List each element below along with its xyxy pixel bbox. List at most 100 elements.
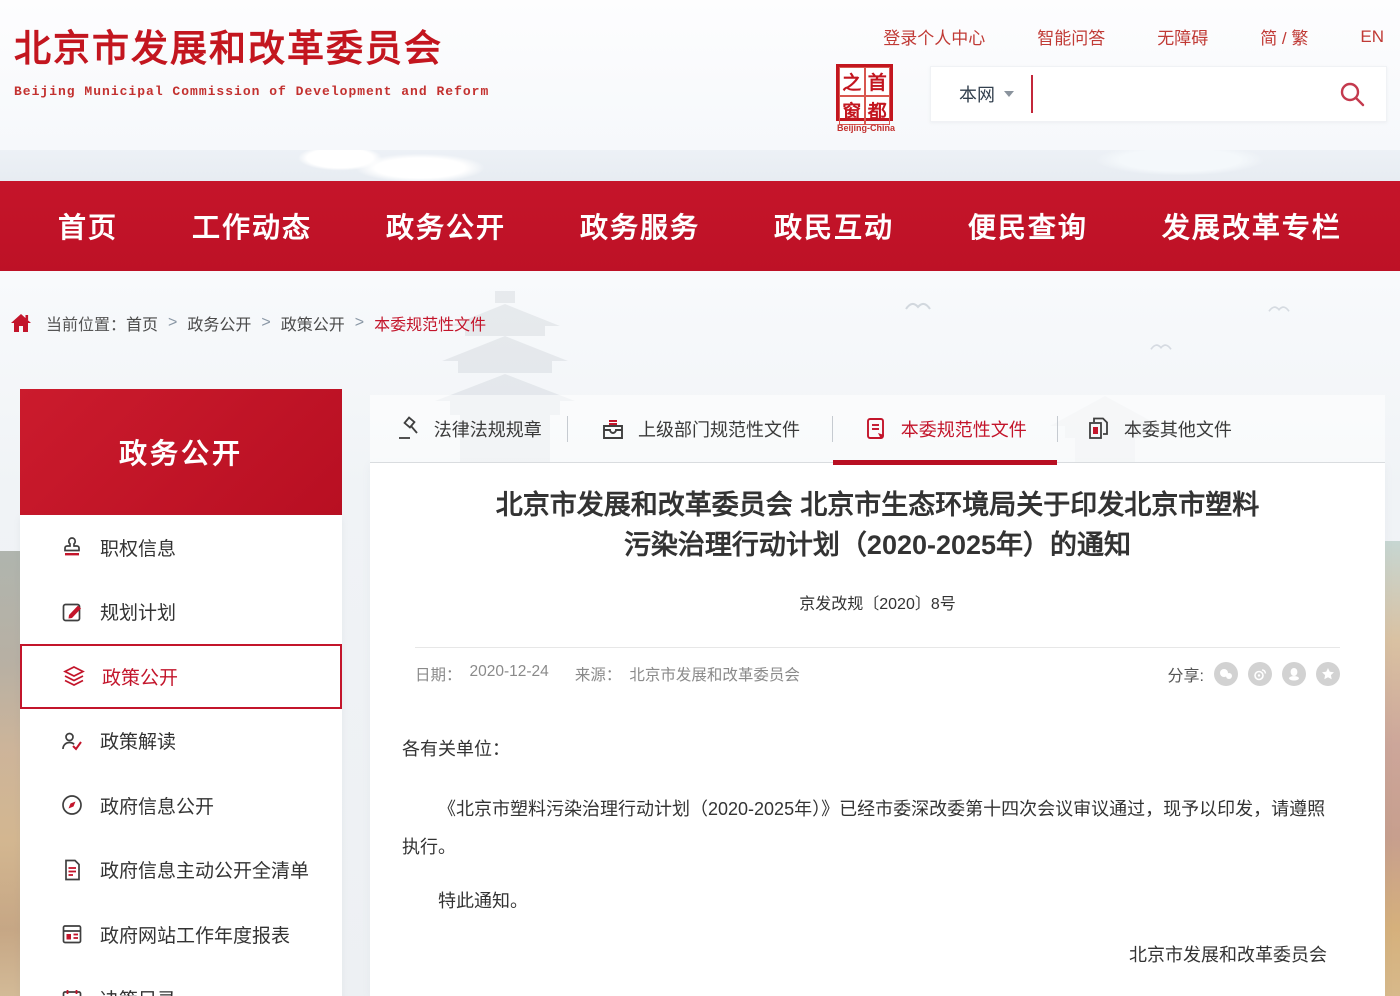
stamp-icon	[60, 535, 84, 559]
sidebar-item-gov-info-open[interactable]: 政府信息公开	[20, 773, 342, 838]
simplified-traditional-link[interactable]: 简 / 繁	[1260, 24, 1308, 49]
sidebar-item-label: 政策解读	[100, 727, 176, 754]
accessibility-link[interactable]: 无障碍	[1157, 24, 1208, 49]
breadcrumb: 当前位置： 首页 > 政务公开 > 政策公开 > 本委规范性文件	[10, 311, 486, 335]
nav-item-gov-open[interactable]: 政务公开	[386, 206, 506, 246]
smart-qa-link[interactable]: 智能问答	[1037, 24, 1105, 49]
article-title-line2: 污染治理行动计划（2020-2025年）的通知	[370, 525, 1385, 565]
nav-item-convenient-query[interactable]: 便民查询	[968, 206, 1088, 246]
tab-upper-dept-documents[interactable]: 上级部门规范性文件	[568, 395, 831, 462]
weibo-share-icon[interactable]	[1248, 662, 1272, 686]
article-meta-row: 日期：2020-12-24 来源：北京市发展和改革委员会 分享:	[415, 662, 1340, 686]
seal-icon: 之 首 窗 都	[836, 64, 893, 121]
body-paragraph: 《北京市塑料污染治理行动计划（2020-2025年）》已经市委深改委第十四次会议…	[402, 790, 1335, 866]
tab-committee-normative-documents[interactable]: 本委规范性文件	[833, 395, 1057, 462]
tab-label: 本委规范性文件	[901, 416, 1027, 442]
interpret-icon	[60, 729, 84, 753]
tab-laws-regulations[interactable]: 法律法规规章	[370, 395, 567, 462]
search-bar: 本网	[930, 66, 1387, 122]
article-body: 各有关单位： 《北京市塑料污染治理行动计划（2020-2025年）》已经市委深改…	[370, 730, 1385, 974]
sidebar-item-authority-info[interactable]: 职权信息	[20, 515, 342, 580]
search-icon[interactable]	[1338, 80, 1366, 108]
seal-caption: Beijing-China	[836, 123, 896, 133]
gavel-icon	[396, 416, 422, 442]
chevron-down-icon	[1004, 91, 1014, 97]
sidebar-title-block: 政务公开	[20, 389, 342, 515]
salutation: 各有关单位：	[402, 730, 1335, 768]
english-link[interactable]: EN	[1360, 27, 1384, 47]
tab-committee-other-documents[interactable]: 本委其他文件	[1058, 395, 1385, 462]
main-navigation: 首页 工作动态 政务公开 政务服务 政民互动 便民查询 发展改革专栏	[0, 181, 1400, 271]
source-value: 北京市发展和改革委员会	[629, 663, 800, 685]
seal-char: 都	[865, 96, 891, 125]
sidebar: 政务公开 职权信息 规划计划 政策公开 政策解读 政府信息公开	[20, 389, 342, 996]
sidebar-item-policy-interpretation[interactable]: 政策解读	[20, 709, 342, 774]
document-list-icon	[60, 858, 84, 882]
sidebar-item-annual-report[interactable]: 政府网站工作年度报表	[20, 902, 342, 967]
article-title: 北京市发展和改革委员会 北京市生态环境局关于印发北京市塑料污染治理行动计划（20…	[370, 463, 1385, 565]
breadcrumb-separator: >	[168, 314, 177, 332]
tab-label: 上级部门规范性文件	[638, 416, 800, 442]
other-doc-icon	[1086, 416, 1112, 442]
sidebar-item-proactive-disclosure-list[interactable]: 政府信息主动公开全清单	[20, 838, 342, 903]
closing-paragraph: 特此通知。	[402, 882, 1335, 920]
bird-icon	[905, 299, 931, 311]
cloud-banner	[0, 150, 1400, 181]
background-photo-left	[0, 551, 20, 996]
compass-icon	[60, 793, 84, 817]
bird-icon	[1268, 303, 1290, 313]
article-meta: 日期：2020-12-24 来源：北京市发展和改革委员会	[415, 663, 800, 685]
edit-plan-icon	[60, 600, 84, 624]
breadcrumb-item-gov-open[interactable]: 政务公开	[187, 311, 251, 335]
site-header: 北京市发展和改革委员会 Beijing Municipal Commission…	[0, 0, 1400, 150]
report-table-icon	[60, 922, 84, 946]
sidebar-item-policy-open[interactable]: 政策公开	[20, 644, 342, 709]
main-column: 法律法规规章 上级部门规范性文件 本委规范性文件 本委其他文件 北京市发展和改革…	[370, 395, 1385, 996]
date-label: 日期：	[415, 663, 462, 685]
search-input[interactable]	[1033, 74, 1338, 114]
document-number: 京发改规〔2020〕8号	[370, 590, 1385, 614]
tab-label: 本委其他文件	[1124, 416, 1232, 442]
qq-share-icon[interactable]	[1282, 662, 1306, 686]
beijing-china-seal[interactable]: 之 首 窗 都 Beijing-China	[836, 64, 896, 133]
breadcrumb-item-policy-open[interactable]: 政策公开	[281, 311, 345, 335]
seal-char: 之	[839, 67, 865, 96]
nav-item-reform-column[interactable]: 发展改革专栏	[1162, 206, 1342, 246]
sidebar-item-label: 政府网站工作年度报表	[100, 921, 290, 948]
inbox-doc-icon	[600, 416, 626, 442]
utility-links: 登录个人中心 智能问答 无障碍 简 / 繁 EN	[883, 24, 1384, 49]
sidebar-item-label: 职权信息	[100, 534, 176, 561]
nav-item-work-news[interactable]: 工作动态	[192, 206, 312, 246]
layers-icon	[62, 664, 86, 688]
content-area: 当前位置： 首页 > 政务公开 > 政策公开 > 本委规范性文件 政务公开 职权…	[0, 271, 1400, 996]
seal-char: 窗	[839, 96, 865, 125]
nav-item-home[interactable]: 首页	[58, 206, 118, 246]
breadcrumb-item-home[interactable]: 首页	[126, 311, 158, 335]
breadcrumb-separator: >	[261, 314, 270, 332]
committee-doc-icon	[863, 416, 889, 442]
sidebar-title: 政务公开	[119, 432, 243, 472]
share-label: 分享:	[1168, 662, 1204, 686]
sidebar-item-planning[interactable]: 规划计划	[20, 580, 342, 645]
sidebar-item-label: 规划计划	[100, 598, 176, 625]
site-logo[interactable]: 北京市发展和改革委员会 Beijing Municipal Commission…	[14, 18, 489, 99]
article-card: 北京市发展和改革委员会 北京市生态环境局关于印发北京市塑料污染治理行动计划（20…	[370, 463, 1385, 996]
site-subtitle: Beijing Municipal Commission of Developm…	[14, 84, 489, 99]
search-scope-label: 本网	[959, 81, 995, 107]
date-value: 2020-12-24	[470, 663, 549, 685]
search-scope-dropdown[interactable]: 本网	[959, 81, 1014, 107]
home-icon[interactable]	[10, 313, 32, 333]
login-link[interactable]: 登录个人中心	[883, 24, 985, 49]
breadcrumb-item-current[interactable]: 本委规范性文件	[374, 311, 486, 335]
favorite-share-icon[interactable]	[1316, 662, 1340, 686]
nav-item-gov-services[interactable]: 政务服务	[580, 206, 700, 246]
background-photo-right	[1385, 541, 1400, 996]
bird-icon	[1150, 341, 1172, 351]
breadcrumb-label: 当前位置：	[46, 311, 126, 335]
signature: 北京市发展和改革委员会	[402, 936, 1335, 974]
sidebar-item-decision-catalog[interactable]: 决策目录	[20, 967, 342, 996]
nav-item-interaction[interactable]: 政民互动	[774, 206, 894, 246]
wechat-share-icon[interactable]	[1214, 662, 1238, 686]
sidebar-item-label: 政策公开	[102, 663, 178, 690]
divider	[415, 647, 1340, 648]
